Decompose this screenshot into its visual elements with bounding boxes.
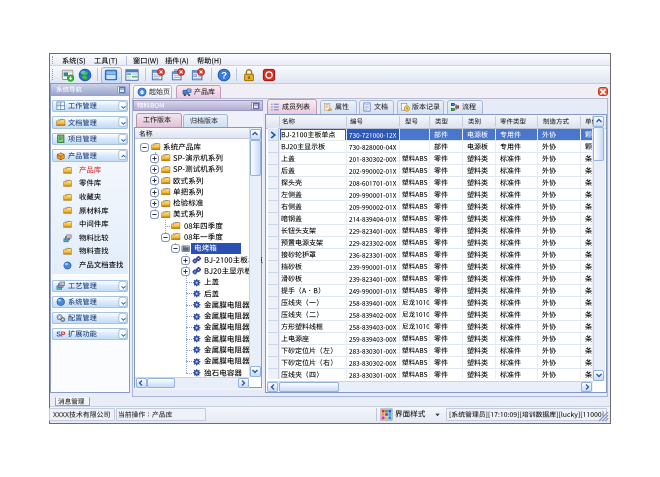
svg-text:?: ? [221,70,227,81]
svg-text:P: P [61,330,66,338]
